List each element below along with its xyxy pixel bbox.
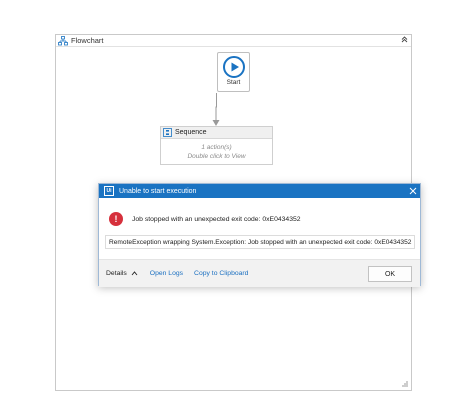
open-logs-link[interactable]: Open Logs	[150, 270, 183, 277]
sequence-header: Sequence	[161, 127, 272, 139]
error-dialog: Ui Unable to start execution ! Job stopp…	[98, 183, 421, 287]
start-label: Start	[226, 79, 241, 86]
copy-to-clipboard-link[interactable]: Copy to Clipboard	[194, 270, 248, 277]
close-icon[interactable]	[406, 184, 420, 198]
play-icon	[222, 56, 245, 78]
start-node[interactable]: Start	[217, 52, 250, 92]
connector-arrow	[212, 93, 220, 126]
exception-details-box[interactable]: RemoteException wrapping System.Exceptio…	[105, 235, 415, 249]
sequence-icon	[163, 128, 172, 137]
details-toggle[interactable]: Details	[106, 270, 138, 277]
flowchart-icon	[58, 35, 68, 45]
dialog-title: Unable to start execution	[119, 187, 197, 195]
dialog-footer: Details Open Logs Copy to Clipboard OK	[99, 259, 420, 287]
sequence-actions-count: 1 action(s)	[201, 144, 232, 151]
details-label: Details	[106, 270, 127, 277]
resize-grip-icon[interactable]	[401, 380, 408, 387]
designer-header: Flowchart	[56, 35, 411, 47]
ok-button[interactable]: OK	[368, 266, 412, 282]
sequence-hint: Double click to View	[187, 153, 246, 160]
error-icon: !	[109, 212, 123, 226]
dialog-title-bar[interactable]: Ui Unable to start execution	[99, 184, 420, 198]
sequence-body: 1 action(s) Double click to View	[161, 139, 272, 161]
error-message-row: ! Job stopped with an unexpected exit co…	[109, 212, 301, 226]
app-logo-icon: Ui	[104, 186, 114, 196]
sequence-activity[interactable]: Sequence 1 action(s) Double click to Vie…	[160, 126, 273, 165]
designer-title: Flowchart	[71, 36, 104, 45]
chevron-up-icon	[131, 271, 138, 276]
sequence-title: Sequence	[175, 129, 207, 136]
error-message: Job stopped with an unexpected exit code…	[132, 215, 301, 223]
collapse-icon[interactable]	[401, 36, 408, 45]
